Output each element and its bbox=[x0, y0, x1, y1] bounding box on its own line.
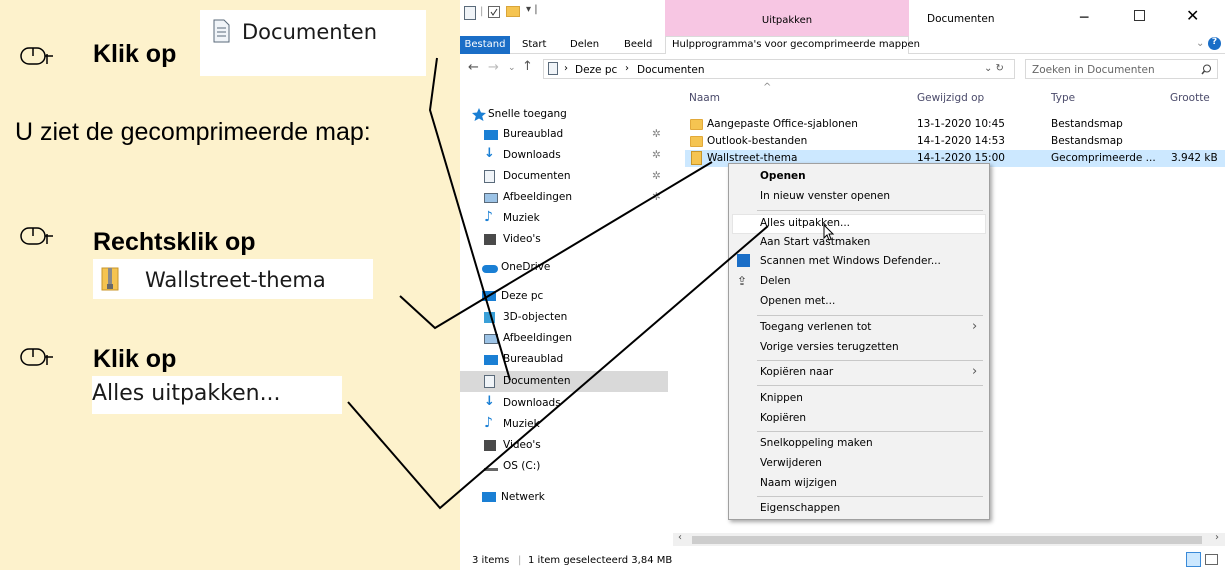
callout-lines bbox=[347, 57, 769, 510]
